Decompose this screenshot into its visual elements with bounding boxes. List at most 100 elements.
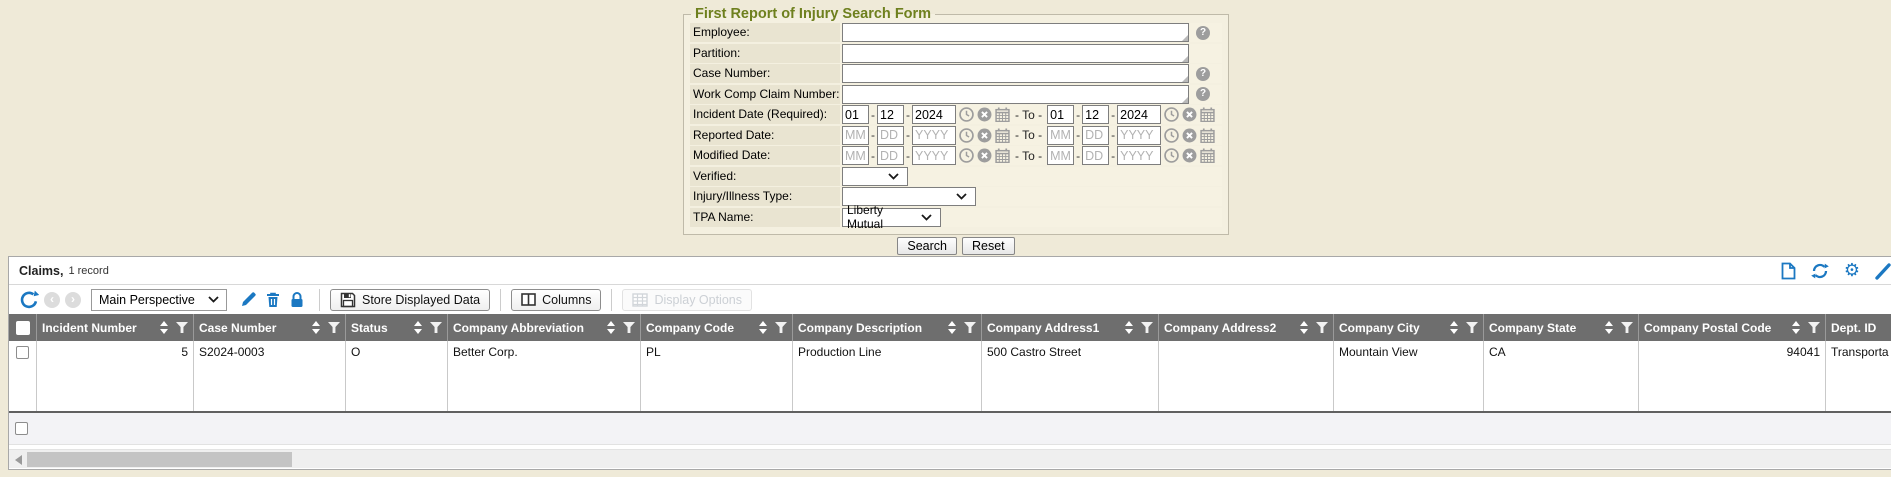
column-header-company-abbreviation[interactable]: Company Abbreviation: [448, 314, 641, 341]
column-header-status[interactable]: Status: [346, 314, 448, 341]
new-document-icon[interactable]: [1781, 262, 1796, 280]
incident-from-year-input[interactable]: [912, 105, 956, 124]
clock-icon[interactable]: [959, 107, 974, 122]
column-header-company-city[interactable]: Company City: [1334, 314, 1484, 341]
calendar-icon[interactable]: [1200, 128, 1215, 143]
partition-input[interactable]: [842, 44, 1189, 63]
sort-icon[interactable]: [1792, 321, 1801, 334]
filter-icon[interactable]: [775, 322, 787, 333]
filter-icon[interactable]: [328, 322, 340, 333]
filter-icon[interactable]: [1621, 322, 1633, 333]
store-displayed-data-button[interactable]: Store Displayed Data: [330, 289, 490, 311]
sort-icon[interactable]: [312, 321, 321, 334]
reported-from-day-input[interactable]: [877, 126, 904, 145]
sort-icon[interactable]: [1605, 321, 1614, 334]
reported-to-month-input[interactable]: [1047, 126, 1074, 145]
column-header-company-description[interactable]: Company Description: [793, 314, 982, 341]
sort-icon[interactable]: [759, 321, 768, 334]
modified-to-month-input[interactable]: [1047, 146, 1074, 165]
clear-icon[interactable]: [977, 107, 992, 122]
scrollbar-thumb[interactable]: [27, 452, 292, 467]
row-checkbox[interactable]: [16, 346, 29, 359]
column-header-case-number[interactable]: Case Number: [194, 314, 346, 341]
clear-icon[interactable]: [977, 148, 992, 163]
previous-perspective-button[interactable]: ‹: [44, 292, 60, 308]
modified-from-month-input[interactable]: [842, 146, 869, 165]
clock-icon[interactable]: [1164, 148, 1179, 163]
scroll-left-arrow-icon[interactable]: [15, 455, 22, 465]
table-row[interactable]: 5 S2024-0003 O Better Corp. PL Productio…: [9, 341, 1891, 413]
incident-to-month-input[interactable]: [1047, 105, 1074, 124]
help-icon[interactable]: ?: [1196, 67, 1210, 81]
sort-icon[interactable]: [1125, 321, 1134, 334]
clear-icon[interactable]: [1182, 128, 1197, 143]
lock-icon[interactable]: [289, 291, 305, 308]
column-header-company-state[interactable]: Company State: [1484, 314, 1639, 341]
reported-from-year-input[interactable]: [912, 126, 956, 145]
modified-to-day-input[interactable]: [1082, 146, 1109, 165]
horizontal-scrollbar[interactable]: [9, 449, 1891, 468]
employee-input[interactable]: [842, 23, 1189, 42]
help-icon[interactable]: ?: [1196, 87, 1210, 101]
select-all-checkbox[interactable]: [16, 321, 30, 335]
tools-icon[interactable]: [1875, 262, 1891, 280]
sort-icon[interactable]: [1450, 321, 1459, 334]
column-header-company-postal-code[interactable]: Company Postal Code: [1639, 314, 1826, 341]
calendar-icon[interactable]: [1200, 148, 1215, 163]
tpa-name-select[interactable]: Liberty Mutual: [842, 208, 941, 227]
work-comp-input[interactable]: [842, 85, 1189, 104]
refresh-icon[interactable]: [1811, 262, 1829, 280]
reset-button[interactable]: Reset: [962, 237, 1015, 255]
incident-from-month-input[interactable]: [842, 105, 869, 124]
reported-to-day-input[interactable]: [1082, 126, 1109, 145]
sort-icon[interactable]: [414, 321, 423, 334]
undo-icon[interactable]: [19, 290, 39, 310]
perspective-select[interactable]: Main Perspective: [91, 289, 227, 311]
column-header-dept-id[interactable]: Dept. ID: [1826, 314, 1891, 341]
filter-icon[interactable]: [1808, 322, 1820, 333]
next-perspective-button[interactable]: ›: [65, 292, 81, 308]
incident-to-year-input[interactable]: [1117, 105, 1161, 124]
filter-icon[interactable]: [1316, 322, 1328, 333]
calendar-icon[interactable]: [995, 107, 1010, 122]
search-button[interactable]: Search: [897, 237, 957, 255]
sort-icon[interactable]: [160, 321, 169, 334]
reported-from-month-input[interactable]: [842, 126, 869, 145]
clear-icon[interactable]: [1182, 148, 1197, 163]
delete-trash-icon[interactable]: [265, 291, 281, 308]
clear-icon[interactable]: [977, 128, 992, 143]
column-header-company-code[interactable]: Company Code: [641, 314, 793, 341]
footer-row-checkbox[interactable]: [15, 422, 28, 435]
reported-to-year-input[interactable]: [1117, 126, 1161, 145]
modified-from-day-input[interactable]: [877, 146, 904, 165]
filter-icon[interactable]: [176, 322, 188, 333]
column-header-company-address1[interactable]: Company Address1: [982, 314, 1159, 341]
edit-pencil-icon[interactable]: [240, 291, 257, 308]
filter-icon[interactable]: [1141, 322, 1153, 333]
incident-to-day-input[interactable]: [1082, 105, 1109, 124]
clock-icon[interactable]: [1164, 107, 1179, 122]
verified-select[interactable]: [842, 167, 908, 186]
column-header-company-address2[interactable]: Company Address2: [1159, 314, 1334, 341]
filter-icon[interactable]: [430, 322, 442, 333]
clock-icon[interactable]: [959, 128, 974, 143]
filter-icon[interactable]: [964, 322, 976, 333]
column-header-incident-number[interactable]: Incident Number: [37, 314, 194, 341]
filter-icon[interactable]: [623, 322, 635, 333]
clock-icon[interactable]: [1164, 128, 1179, 143]
sort-icon[interactable]: [607, 321, 616, 334]
sort-icon[interactable]: [1300, 321, 1309, 334]
help-icon[interactable]: ?: [1196, 26, 1210, 40]
clear-icon[interactable]: [1182, 107, 1197, 122]
sort-icon[interactable]: [948, 321, 957, 334]
incident-from-day-input[interactable]: [877, 105, 904, 124]
case-number-input[interactable]: [842, 64, 1189, 83]
clock-icon[interactable]: [959, 148, 974, 163]
calendar-icon[interactable]: [995, 128, 1010, 143]
filter-icon[interactable]: [1466, 322, 1478, 333]
calendar-icon[interactable]: [995, 148, 1010, 163]
calendar-icon[interactable]: [1200, 107, 1215, 122]
modified-to-year-input[interactable]: [1117, 146, 1161, 165]
gear-icon[interactable]: ⚙: [1844, 262, 1860, 279]
modified-from-year-input[interactable]: [912, 146, 956, 165]
